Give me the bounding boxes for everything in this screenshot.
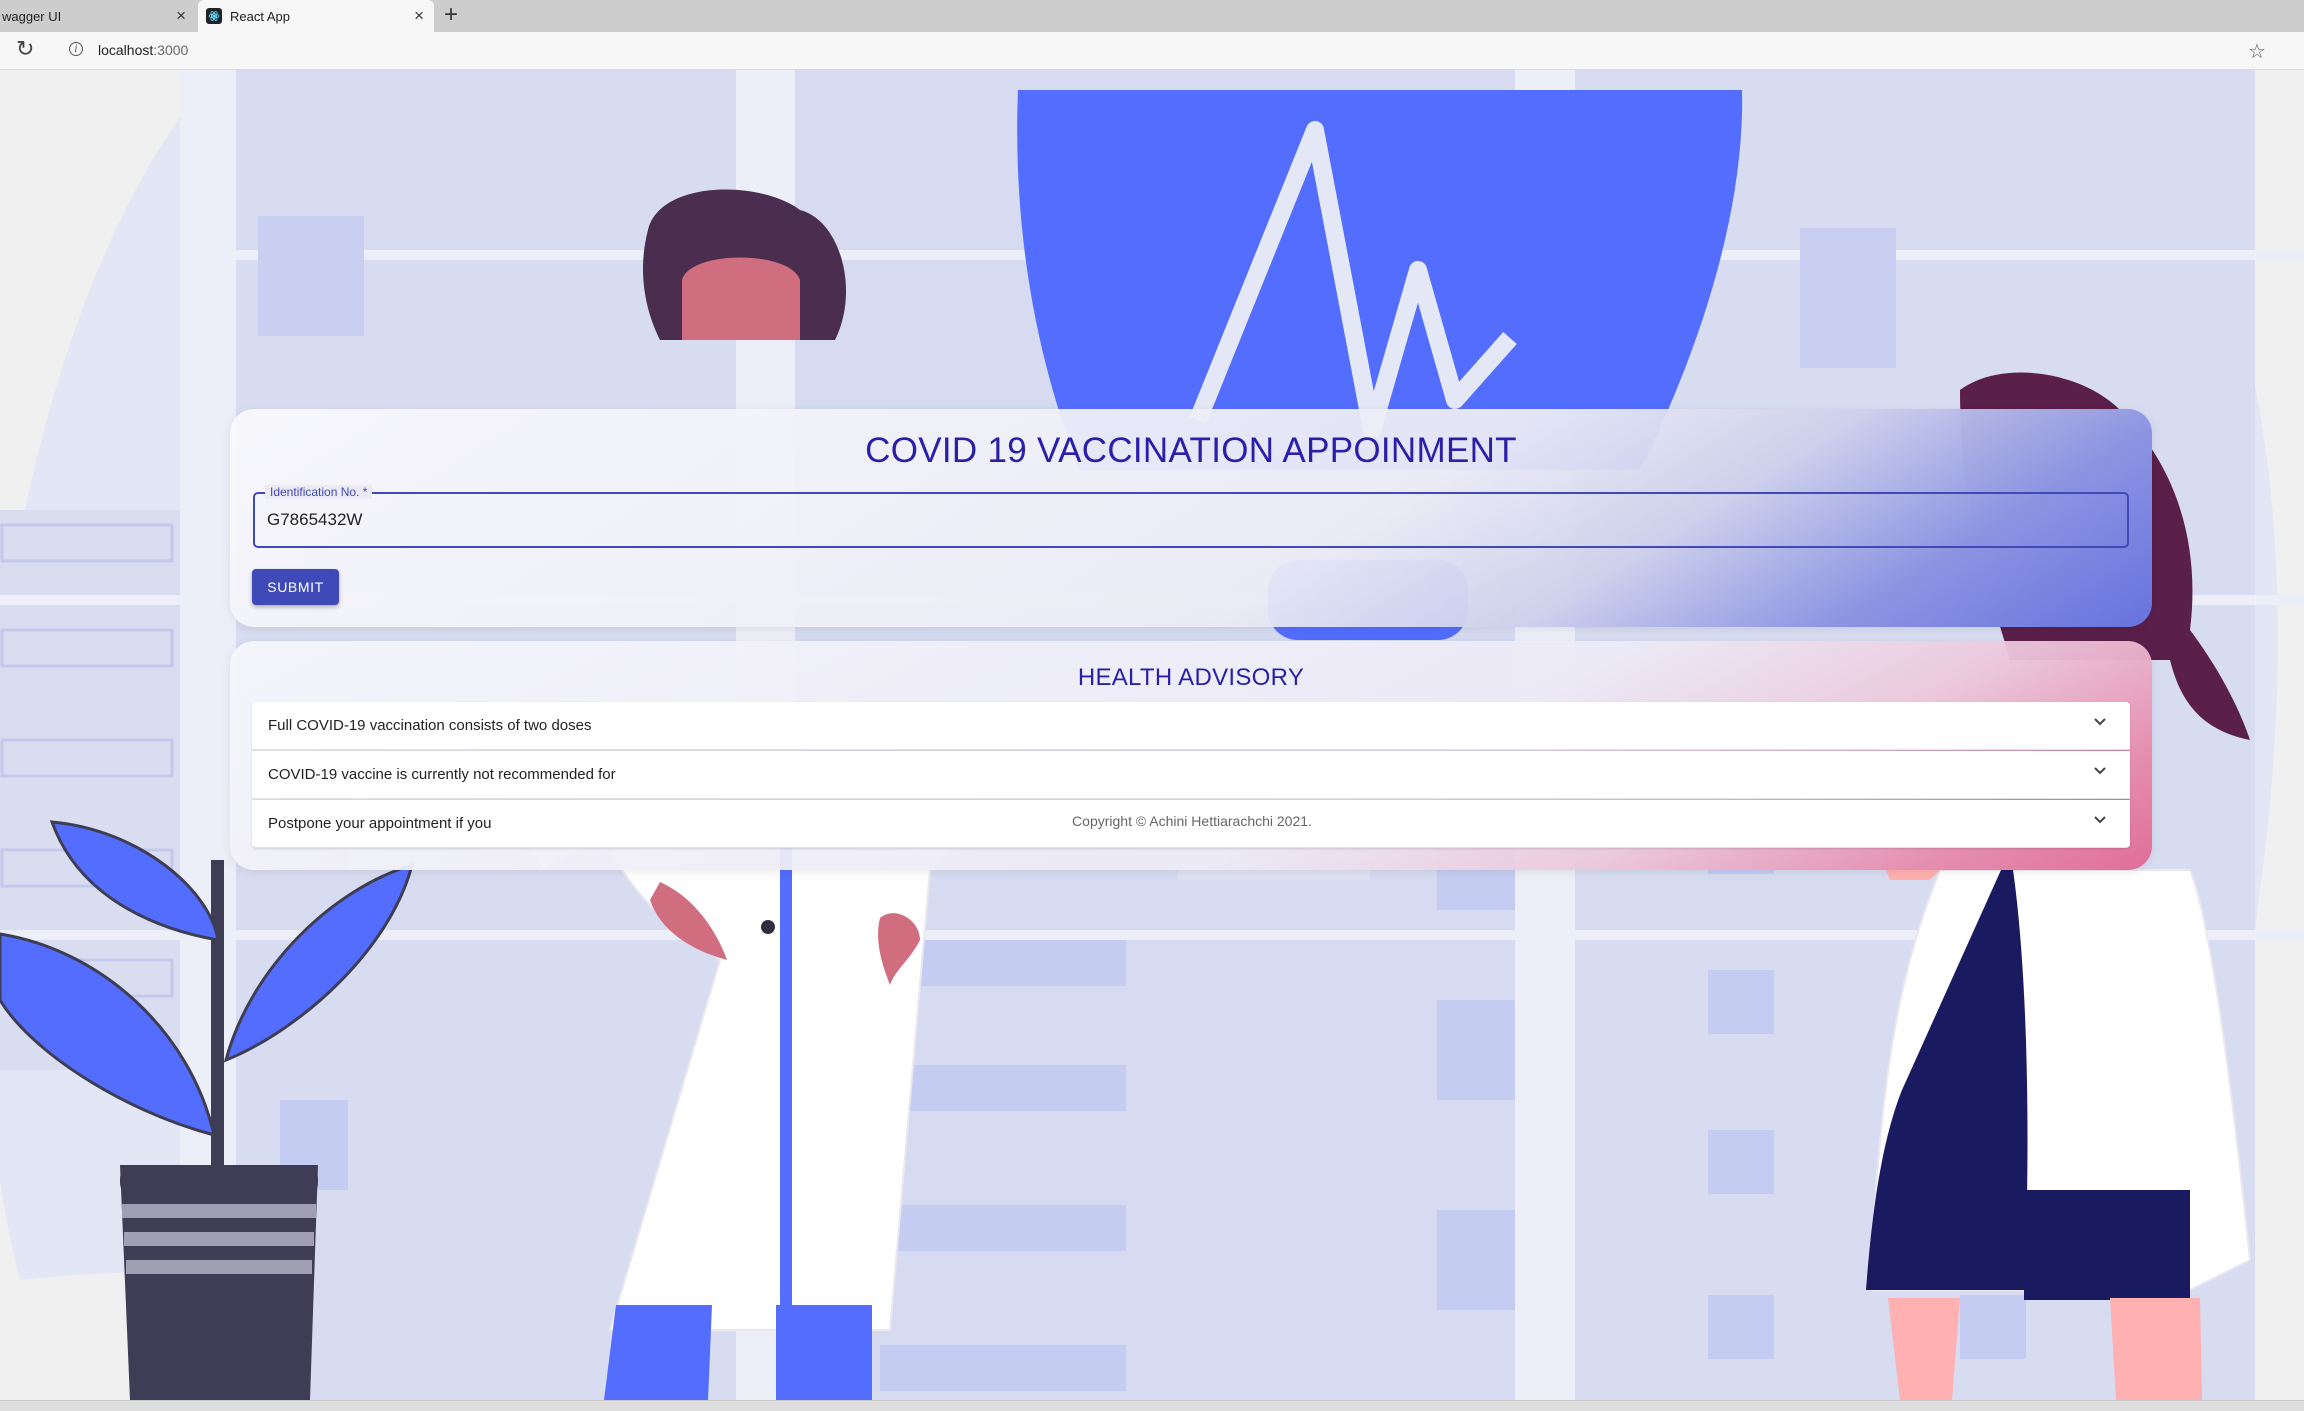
os-taskbar <box>0 1400 2304 1411</box>
chevron-down-icon[interactable] <box>2092 714 2108 730</box>
accordion-item-label: Full COVID-19 vaccination consists of tw… <box>268 717 592 734</box>
address-bar: ↻ i localhost:3000 ☆ <box>0 32 2304 70</box>
tab-swagger-ui[interactable]: wagger UI × <box>0 0 196 32</box>
accordion-item-two-doses[interactable]: Full COVID-19 vaccination consists of tw… <box>252 702 2130 750</box>
react-favicon-icon <box>206 8 222 24</box>
chevron-down-icon[interactable] <box>2092 763 2108 779</box>
page-viewport: COVID 19 VACCINATION APPOINMENT Identifi… <box>0 70 2304 1400</box>
url-port: :3000 <box>153 42 189 58</box>
accordion-item-not-recommended[interactable]: COVID-19 vaccine is currently not recomm… <box>252 751 2130 799</box>
close-icon[interactable]: × <box>176 7 186 24</box>
site-info-icon[interactable]: i <box>69 42 83 56</box>
accordion-item-label: COVID-19 vaccine is currently not recomm… <box>268 766 616 783</box>
identification-number-label: Identification No. * <box>265 485 373 499</box>
submit-button[interactable]: SUBMIT <box>252 569 339 605</box>
favorites-star-icon[interactable]: ☆ <box>2248 39 2266 64</box>
tab-title: wagger UI <box>2 8 62 24</box>
identification-number-input[interactable] <box>267 508 2107 532</box>
tab-title: React App <box>230 8 290 24</box>
page-title: COVID 19 VACCINATION APPOINMENT <box>865 431 1517 470</box>
browser-tab-bar: wagger UI × React App × + <box>0 0 2304 32</box>
identification-number-field[interactable]: Identification No. * <box>253 485 2129 548</box>
advisory-title: HEALTH ADVISORY <box>1077 664 1305 691</box>
tab-react-app[interactable]: React App × <box>198 0 434 32</box>
new-tab-plus-icon[interactable]: + <box>444 3 458 27</box>
close-icon[interactable]: × <box>414 7 424 24</box>
url-field[interactable]: localhost:3000 <box>98 42 188 58</box>
appointment-card: COVID 19 VACCINATION APPOINMENT Identifi… <box>230 409 2152 627</box>
url-host: localhost <box>98 42 154 58</box>
health-advisory-card: HEALTH ADVISORY Full COVID-19 vaccinatio… <box>230 641 2152 870</box>
reload-icon[interactable]: ↻ <box>16 38 34 60</box>
copyright-text: Copyright © Achini Hettiarachchi 2021. <box>1072 813 1312 829</box>
